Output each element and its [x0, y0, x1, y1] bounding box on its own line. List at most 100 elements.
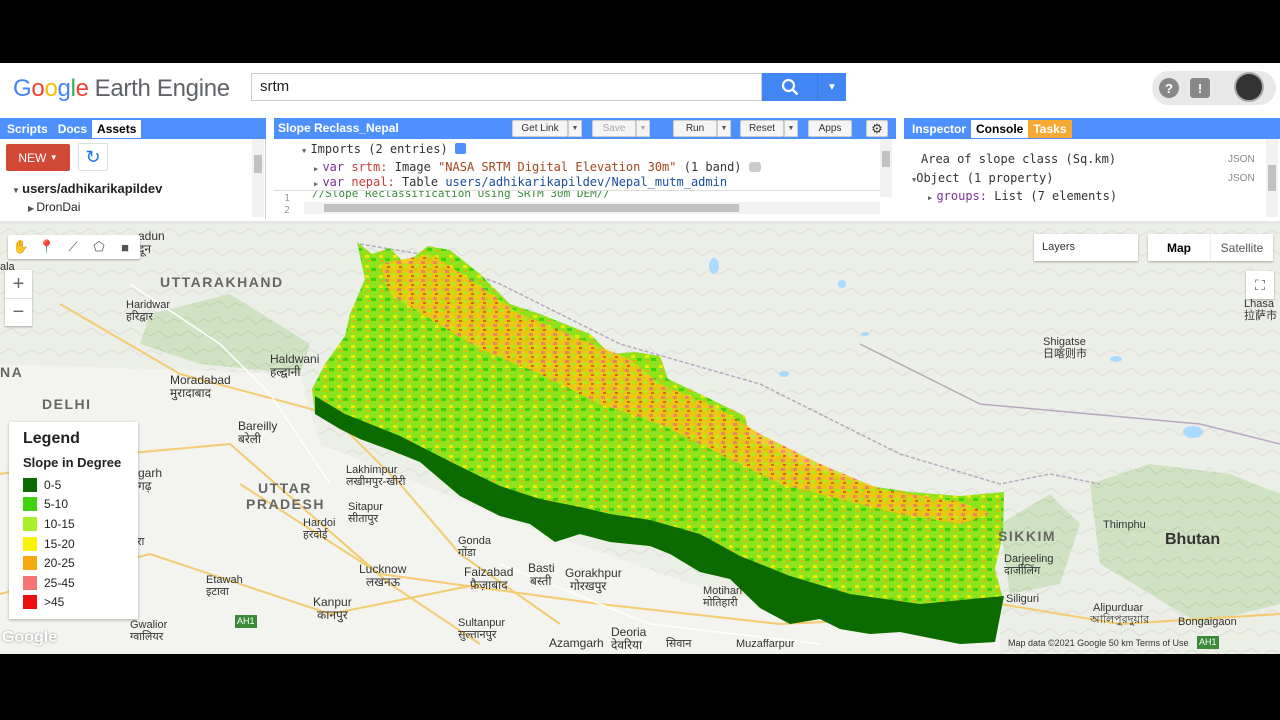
assets-scrollbar[interactable] — [252, 139, 264, 217]
avatar[interactable] — [1234, 72, 1264, 102]
highway-shield: AH1 — [235, 615, 257, 628]
run-dropdown[interactable]: ▼ — [717, 120, 731, 137]
legend-label: 5-10 — [44, 497, 69, 512]
import-srtm-row[interactable]: ▶ var srtm: Image "NASA SRTM Digital Ele… — [314, 160, 761, 174]
tab-tasks[interactable]: Tasks — [1028, 119, 1072, 138]
zoom-control: + − — [5, 270, 32, 326]
map-canvas[interactable]: ala adun दून UTTARAKHAND Haridwar हरिद्व… — [0, 224, 1280, 654]
add-marker-icon[interactable]: 📍 — [34, 235, 60, 259]
scroll-thumb[interactable] — [324, 204, 739, 212]
draw-line-icon[interactable]: ⟋ — [60, 235, 86, 259]
legend-swatch — [23, 556, 37, 571]
asset-folder-label: DronDai — [36, 200, 81, 214]
zoom-in-button[interactable]: + — [5, 270, 32, 298]
search-dropdown-button[interactable]: ▼ — [817, 73, 846, 101]
earth-engine-logo[interactable]: Google Earth Engine — [13, 75, 230, 103]
map-label: गढ़ — [138, 479, 152, 493]
code-editor[interactable]: ▼ Imports (2 entries) ▶ var srtm: Image … — [274, 139, 896, 219]
tab-inspector[interactable]: Inspector — [907, 120, 971, 138]
code-line-1[interactable]: //Slope Reclassification Using SRTM 30m … — [312, 191, 610, 200]
reset-button[interactable]: Reset — [740, 120, 784, 137]
save-dropdown[interactable]: ▼ — [636, 120, 650, 137]
search-input[interactable]: srtm — [251, 73, 762, 101]
asset-folder-drondai[interactable]: ▶ DronDai — [28, 200, 80, 214]
feedback-icon[interactable]: ! — [1190, 78, 1210, 98]
remove-import-icon[interactable] — [748, 162, 761, 172]
tab-docs[interactable]: Docs — [53, 120, 92, 138]
editor-hscrollbar[interactable] — [304, 202, 880, 214]
legend-label: 25-45 — [44, 575, 75, 590]
layers-button[interactable]: Layers — [1034, 234, 1138, 261]
caret-down-icon: ▼ — [827, 81, 837, 93]
map-label: हरदोई — [303, 529, 328, 541]
tab-assets[interactable]: Assets — [92, 119, 142, 138]
console-key: groups: — [936, 189, 988, 203]
help-icon[interactable]: ? — [1159, 78, 1179, 98]
fullscreen-icon: ⛶ — [1255, 276, 1265, 293]
get-link-button[interactable]: Get Link — [512, 120, 568, 137]
map-type-map[interactable]: Map — [1148, 234, 1210, 261]
asset-folder-user[interactable]: ▼ users/adhikarikapildev — [12, 181, 162, 196]
map-label: लखनऊ — [366, 575, 401, 589]
console-object-label: Object (1 property) — [916, 171, 1054, 185]
legend-item: 10-15 — [23, 514, 124, 534]
map-label: सीतापुर — [348, 513, 379, 525]
map-type-switcher: Map Satellite — [1148, 234, 1273, 261]
import-var-name: srtm: — [351, 160, 388, 174]
map-attribution[interactable]: Map data ©2021 Google 50 km Terms of Use — [1008, 638, 1189, 648]
console-value: List (7 elements) — [994, 189, 1118, 203]
settings-button[interactable]: ⚙ — [866, 120, 888, 137]
legend-item: 25-45 — [23, 573, 124, 593]
reset-dropdown[interactable]: ▼ — [784, 120, 798, 137]
legend-swatch — [23, 516, 37, 531]
import-nepal-row[interactable]: ▶ var nepal: Table users/adhikarikapilde… — [314, 175, 727, 189]
json-link[interactable]: JSON — [1228, 154, 1255, 165]
scroll-thumb[interactable] — [882, 151, 890, 167]
map-label: हरिद्वार — [126, 311, 153, 323]
asset-folder-label: users/adhikarikapildev — [22, 181, 163, 196]
map-type-satellite[interactable]: Satellite — [1210, 234, 1273, 261]
console-scrollbar[interactable] — [1266, 139, 1278, 217]
line-number: 2 — [284, 205, 291, 216]
legend-item: 15-20 — [23, 534, 124, 554]
map-label: Azamgarh — [549, 636, 604, 650]
caret-down-icon: ▼ — [49, 153, 58, 162]
draw-polygon-icon[interactable]: ⬠ — [86, 235, 112, 259]
json-link[interactable]: JSON — [1228, 173, 1255, 184]
editor-scrollbar[interactable] — [880, 139, 892, 197]
zoom-out-button[interactable]: − — [5, 298, 32, 326]
legend-swatch — [23, 477, 37, 492]
draw-rectangle-icon[interactable]: ■ — [112, 235, 138, 259]
pan-hand-icon[interactable]: ✋ — [8, 235, 34, 259]
editor-toolbar: Slope Reclass_Nepal Get Link ▼ Save ▼ Ru… — [274, 118, 896, 139]
search-button[interactable] — [762, 73, 817, 101]
right-panel-tabs: Inspector Console Tasks — [904, 118, 1280, 139]
import-description: "NASA SRTM Digital Elevation 30m" — [438, 160, 677, 174]
map-label: मोतिहारी — [703, 597, 738, 609]
tab-console[interactable]: Console — [971, 119, 1029, 138]
console-groups-row[interactable]: ▶ groups: List (7 elements) — [928, 189, 1117, 203]
legend-swatch — [23, 497, 37, 512]
imports-doc-icon[interactable] — [454, 143, 466, 154]
scroll-thumb[interactable] — [1268, 165, 1276, 191]
tab-scripts[interactable]: Scripts — [2, 120, 53, 138]
scroll-thumb[interactable] — [254, 155, 262, 173]
imports-header[interactable]: ▼ Imports (2 entries) — [302, 142, 466, 156]
map-label: देवरिया — [611, 638, 643, 652]
get-link-dropdown[interactable]: ▼ — [568, 120, 582, 137]
save-button[interactable]: Save — [592, 120, 636, 137]
console-object-row[interactable]: ▼Object (1 property) — [912, 171, 1054, 185]
caret-down-icon: ▼ — [787, 125, 795, 132]
apps-button[interactable]: Apps — [808, 120, 852, 137]
map-label: बस्ती — [530, 574, 552, 588]
map-label-state: UTTARAKHAND — [160, 274, 284, 290]
logo-letter: o — [31, 75, 45, 102]
logo-letter: e — [75, 75, 89, 102]
new-button[interactable]: NEW ▼ — [6, 144, 70, 171]
map-label: बरेली — [238, 432, 262, 446]
run-button[interactable]: Run — [673, 120, 717, 137]
map-label: रा — [137, 536, 145, 548]
refresh-button[interactable]: ↻ — [78, 143, 108, 171]
legend-item: 0-5 — [23, 475, 124, 495]
fullscreen-button[interactable]: ⛶ — [1246, 271, 1274, 299]
